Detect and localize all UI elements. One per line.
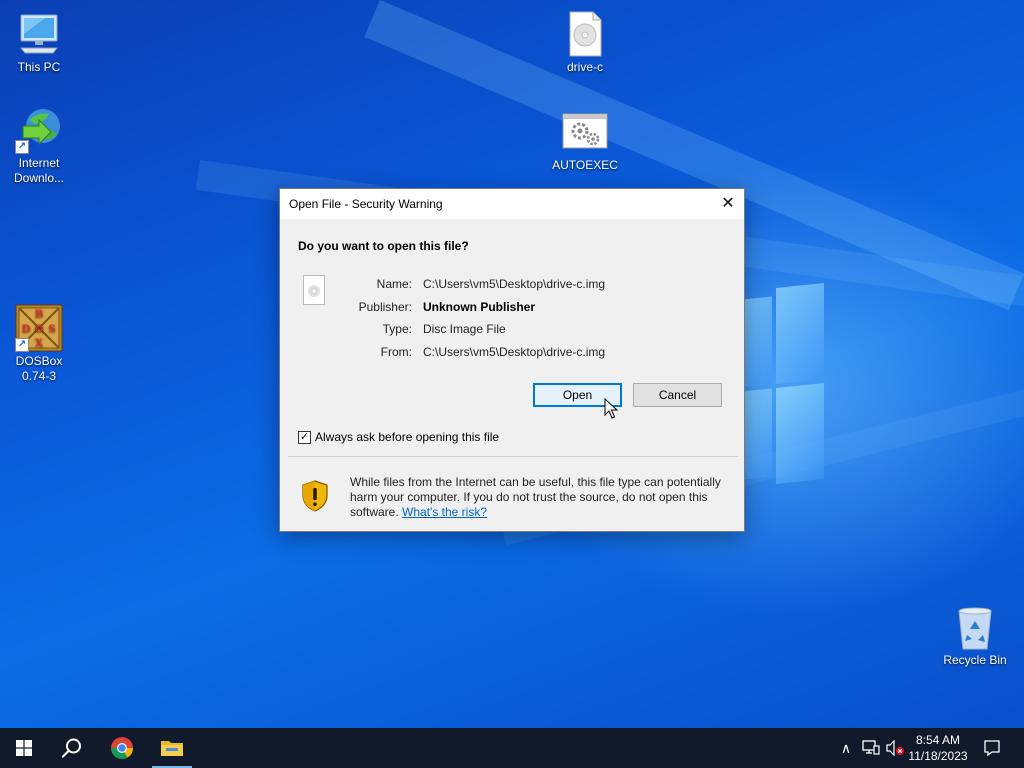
whats-the-risk-link[interactable]: What's the risk? <box>402 505 487 519</box>
mouse-cursor-icon <box>604 397 619 420</box>
from-value: C:\Users\vm5\Desktop\drive-c.img <box>423 345 606 359</box>
clock-time: 8:54 AM <box>915 733 961 747</box>
desktop-icon-label: Internet Downlo... <box>13 156 65 185</box>
computer-icon <box>15 10 63 58</box>
network-icon <box>862 740 880 755</box>
security-warning-dialog: Open File - Security Warning ✕ Do you wa… <box>279 188 745 532</box>
desktop-icon-label: Recycle Bin <box>943 653 1007 667</box>
desktop-icon-drive-c[interactable]: drive-c <box>547 10 623 75</box>
taskbar: ∧ 8:54 AM 11/18/2023 <box>0 728 1024 768</box>
dosbox-letter: X <box>35 338 43 349</box>
desktop-icon-dosbox[interactable]: B D O S X ↗ DOSBox 0.74-3 <box>1 304 77 384</box>
info-row-type: Type: Disc Image File <box>280 322 746 338</box>
tray-network[interactable] <box>860 728 882 768</box>
name-value: C:\Users\vm5\Desktop\drive-c.img <box>423 277 606 291</box>
idm-globe-icon: ↗ <box>15 106 63 154</box>
chrome-icon <box>111 737 133 759</box>
always-ask-label[interactable]: Always ask before opening this file <box>315 430 499 444</box>
dosbox-icon: B D O S X ↗ <box>15 304 63 352</box>
always-ask-checkbox[interactable]: ✓ <box>298 431 311 444</box>
windows-logo-icon <box>16 740 32 756</box>
publisher-label: Publisher: <box>358 300 412 314</box>
desktop-icon-label: AUTOEXEC <box>552 158 618 172</box>
desktop-icon-autoexec[interactable]: AUTOEXEC <box>547 108 623 173</box>
notification-icon <box>984 740 1000 757</box>
info-row-from: From: C:\Users\vm5\Desktop\drive-c.img <box>280 345 746 361</box>
dosbox-letter: D <box>22 324 31 335</box>
desktop-icon-label: This PC <box>17 60 61 74</box>
dosbox-letter: S <box>48 324 55 335</box>
batch-file-icon <box>561 108 609 156</box>
dialog-titlebar[interactable]: Open File - Security Warning ✕ <box>280 189 744 219</box>
cancel-button[interactable]: Cancel <box>633 383 722 407</box>
dialog-question: Do you want to open this file? <box>298 239 469 253</box>
desktop-icon-label: DOSBox 0.74-3 <box>15 354 63 383</box>
clock-date: 11/18/2023 <box>908 749 968 763</box>
action-center-button[interactable] <box>978 728 1006 768</box>
shield-warning-icon <box>301 480 329 512</box>
search-button[interactable] <box>48 728 96 768</box>
from-label: From: <box>380 345 412 359</box>
taskbar-file-explorer[interactable] <box>148 728 196 768</box>
disc-image-file-icon <box>561 10 609 58</box>
search-icon <box>61 738 81 758</box>
dosbox-letter: B <box>35 309 43 320</box>
publisher-value: Unknown Publisher <box>423 300 536 314</box>
desktop-icon-recycle-bin[interactable]: Recycle Bin <box>937 603 1013 668</box>
desktop-icon-this-pc[interactable]: This PC <box>1 10 77 75</box>
divider <box>288 456 738 457</box>
name-label: Name: <box>376 277 412 291</box>
start-button[interactable] <box>0 728 48 768</box>
type-value: Disc Image File <box>423 322 506 336</box>
folder-icon <box>161 741 183 756</box>
chevron-up-icon: ∧ <box>840 739 852 756</box>
shortcut-arrow-icon: ↗ <box>15 338 29 352</box>
taskbar-clock[interactable]: 8:54 AM 11/18/2023 <box>902 732 974 764</box>
close-icon: ✕ <box>721 195 735 212</box>
info-row-name: Name: C:\Users\vm5\Desktop\drive-c.img <box>280 277 746 293</box>
type-label: Type: <box>382 322 412 336</box>
tray-show-hidden-icons[interactable]: ∧ <box>836 728 856 768</box>
info-row-publisher: Publisher: Unknown Publisher <box>280 300 746 316</box>
shortcut-arrow-icon: ↗ <box>15 140 29 154</box>
dosbox-letter: O <box>35 324 44 335</box>
taskbar-chrome[interactable] <box>98 728 146 768</box>
desktop-icon-internet-download-manager[interactable]: ↗ Internet Downlo... <box>1 106 77 186</box>
dialog-title: Open File - Security Warning <box>289 197 443 211</box>
recycle-bin-icon <box>951 603 999 651</box>
desktop-icon-label: drive-c <box>566 60 603 74</box>
close-button[interactable]: ✕ <box>712 189 744 219</box>
warning-message: While files from the Internet can be use… <box>350 475 735 520</box>
